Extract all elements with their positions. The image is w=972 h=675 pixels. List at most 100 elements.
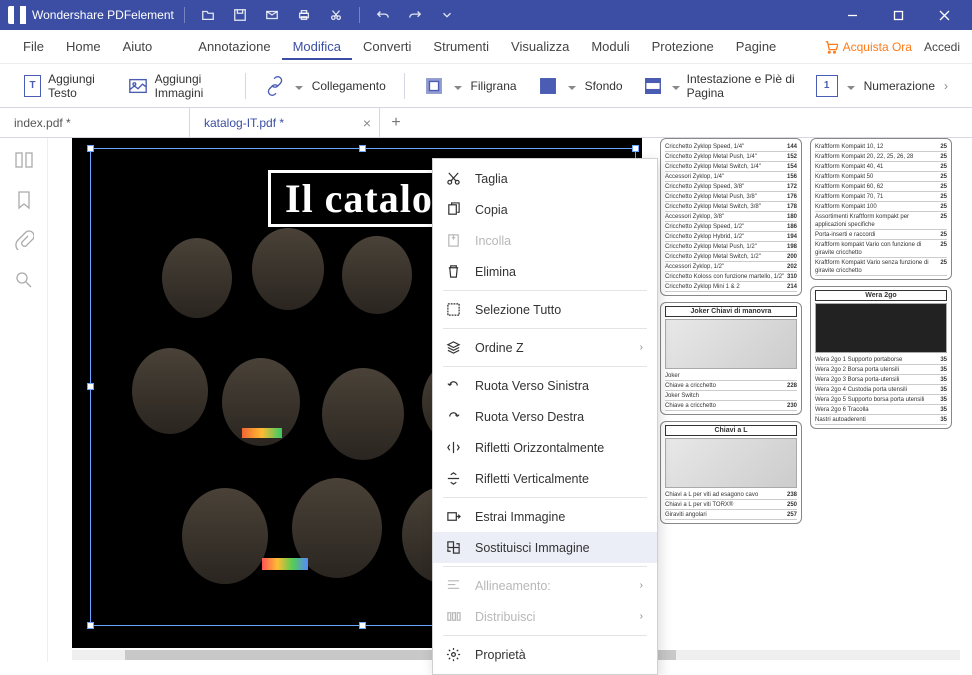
- open-icon[interactable]: [195, 4, 221, 26]
- thumb-header: Joker Chiavi di manovra: [665, 306, 797, 317]
- rotate-left-icon: [445, 378, 461, 394]
- ctx-rotate-right[interactable]: Ruota Verso Destra: [433, 401, 657, 432]
- table-row: Kraftform Kompakt Vario senza funzione d…: [815, 258, 947, 276]
- resize-handle[interactable]: [359, 145, 366, 152]
- ctx-properties[interactable]: Proprietà: [433, 639, 657, 670]
- buy-now-label: Acquista Ora: [843, 40, 912, 54]
- ctx-flip-vertical[interactable]: Rifletti Verticalmente: [433, 463, 657, 494]
- header-footer-label: Intestazione e Piè di Pagina: [687, 72, 796, 100]
- table-row: Kraftform Kompakt 70, 7125: [815, 192, 947, 202]
- table-row: Cricchetto Zyklop Mini 1 & 2214: [665, 282, 797, 292]
- thumb-header: Chiavi a L: [665, 425, 797, 436]
- resize-handle[interactable]: [359, 622, 366, 629]
- app-logo-icon: [8, 6, 26, 24]
- add-tab-button[interactable]: +: [380, 108, 412, 137]
- table-row: Kraftform Kompakt 5025: [815, 172, 947, 182]
- table-row: Cricchetto Zyklop Speed, 1/2"186: [665, 222, 797, 232]
- distribute-icon: [445, 609, 461, 625]
- close-button[interactable]: [924, 0, 964, 30]
- table-row: Kraftform Kompakt 60, 6225: [815, 182, 947, 192]
- ctx-flip-horizontal[interactable]: Rifletti Orizzontalmente: [433, 432, 657, 463]
- table-row: Wera 2go 6 Tracolla35: [815, 405, 947, 415]
- search-panel-icon[interactable]: [14, 270, 34, 290]
- separator: [443, 566, 647, 567]
- minimize-button[interactable]: [832, 0, 872, 30]
- mail-icon[interactable]: [259, 4, 285, 26]
- watermark-icon: [423, 75, 445, 97]
- thumb-card: Chiavi a L Chiavi a L per viti ad esagon…: [660, 421, 802, 524]
- table-row: Wera 2go 5 Supporto borsa porta utensili…: [815, 395, 947, 405]
- chevron-down-icon: [568, 81, 578, 91]
- table-row: Porta-inserti e raccordi25: [815, 230, 947, 240]
- menu-help[interactable]: Aiuto: [112, 33, 164, 60]
- add-text-label: Aggiungi Testo: [48, 72, 107, 100]
- flip-v-icon: [445, 471, 461, 487]
- link-label: Collegamento: [312, 79, 386, 93]
- table-row: Giraviti angolari257: [665, 510, 797, 520]
- add-images-button[interactable]: Aggiungi Immagini: [120, 68, 235, 104]
- menu-edit[interactable]: Modifica: [282, 33, 352, 60]
- tab-katalog-pdf[interactable]: katalog-IT.pdf * ×: [190, 108, 380, 137]
- resize-handle[interactable]: [87, 145, 94, 152]
- menu-tools[interactable]: Strumenti: [422, 33, 500, 60]
- numbering-button[interactable]: 1 Numerazione ›: [808, 71, 956, 101]
- buy-now-button[interactable]: Acquista Ora: [824, 40, 912, 54]
- image-icon: [128, 75, 148, 97]
- chevron-down-icon: [847, 81, 857, 91]
- login-link[interactable]: Accedi: [924, 40, 960, 54]
- background-button[interactable]: Sfondo: [529, 71, 631, 101]
- dropdown-icon[interactable]: [434, 4, 460, 26]
- app-title: Wondershare PDFelement: [32, 8, 174, 22]
- ctx-replace-image[interactable]: Sostituisci Immagine: [433, 532, 657, 563]
- bookmark-panel-icon[interactable]: [14, 190, 34, 210]
- menu-pages[interactable]: Pagine: [725, 33, 787, 60]
- ctx-extract-image[interactable]: Estrai Immagine: [433, 501, 657, 532]
- close-tab-icon[interactable]: ×: [363, 115, 371, 131]
- chevron-down-icon: [454, 81, 464, 91]
- menu-forms[interactable]: Moduli: [580, 33, 640, 60]
- thumbnails-panel-icon[interactable]: [14, 150, 34, 170]
- catalog-thumbnails: Cricchetto Zyklop Speed, 1/4"144Cricchet…: [660, 138, 952, 524]
- save-icon[interactable]: [227, 4, 253, 26]
- ctx-copy[interactable]: Copia: [433, 194, 657, 225]
- table-row: Chiave a cricchetto230: [665, 401, 797, 411]
- link-button[interactable]: Collegamento: [256, 71, 394, 101]
- table-row: Joker: [665, 371, 797, 381]
- redo-icon[interactable]: [402, 4, 428, 26]
- ctx-rotate-left[interactable]: Ruota Verso Sinistra: [433, 370, 657, 401]
- ctx-delete[interactable]: Elimina: [433, 256, 657, 287]
- table-row: Cricchetto Zyklop Metal Push, 1/4"152: [665, 152, 797, 162]
- context-menu: Taglia Copia Incolla Elimina Selezione T…: [432, 158, 658, 675]
- resize-handle[interactable]: [87, 622, 94, 629]
- watermark-button[interactable]: Filigrana: [415, 71, 525, 101]
- copy-icon: [445, 202, 461, 218]
- thumb-card: Wera 2go Wera 2go 1 Supporto portaborse3…: [810, 286, 952, 429]
- menu-protect[interactable]: Protezione: [641, 33, 725, 60]
- attachment-panel-icon[interactable]: [14, 230, 34, 250]
- layers-icon: [445, 340, 461, 356]
- left-rail: [0, 138, 48, 662]
- ctx-order-z[interactable]: Ordine Z›: [433, 332, 657, 363]
- maximize-button[interactable]: [878, 0, 918, 30]
- edit-toolbar: T Aggiungi Testo Aggiungi Immagini Colle…: [0, 64, 972, 108]
- undo-icon[interactable]: [370, 4, 396, 26]
- menu-convert[interactable]: Converti: [352, 33, 422, 60]
- cut-icon[interactable]: [323, 4, 349, 26]
- ctx-distribute: Distribuisci›: [433, 601, 657, 632]
- ctx-select-all[interactable]: Selezione Tutto: [433, 294, 657, 325]
- menu-annotation[interactable]: Annotazione: [187, 33, 281, 60]
- resize-handle[interactable]: [632, 145, 639, 152]
- header-footer-button[interactable]: Intestazione e Piè di Pagina: [635, 68, 804, 104]
- separator: [443, 328, 647, 329]
- menu-file[interactable]: File: [12, 33, 55, 60]
- add-text-button[interactable]: T Aggiungi Testo: [16, 68, 116, 104]
- print-icon[interactable]: [291, 4, 317, 26]
- tab-index-pdf[interactable]: index.pdf *: [0, 108, 190, 137]
- menu-bar: File Home Aiuto Annotazione Modifica Con…: [0, 30, 972, 64]
- resize-handle[interactable]: [87, 383, 94, 390]
- table-row: Chiave a cricchetto228: [665, 381, 797, 391]
- ctx-cut[interactable]: Taglia: [433, 163, 657, 194]
- numbering-label: Numerazione: [864, 79, 935, 93]
- menu-view[interactable]: Visualizza: [500, 33, 580, 60]
- menu-home[interactable]: Home: [55, 33, 112, 60]
